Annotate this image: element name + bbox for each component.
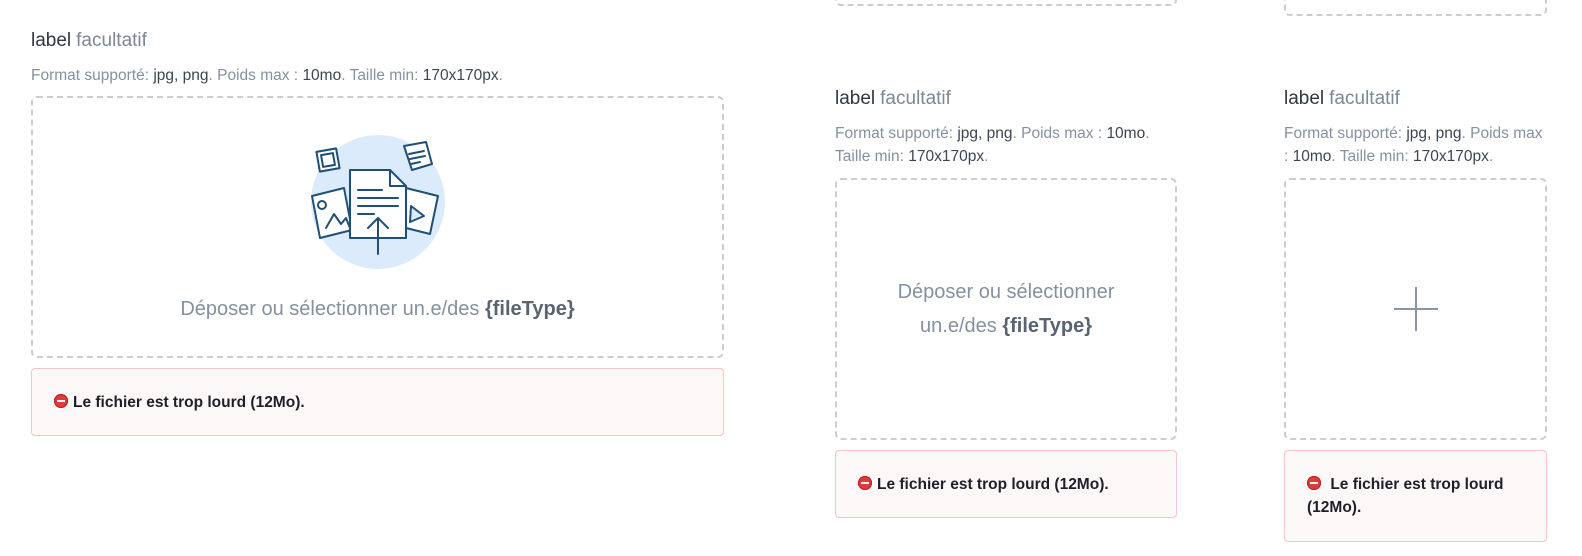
format-label: Format supporté: bbox=[31, 67, 150, 84]
file-upload-field-compact: label facultatif Format supporté: jpg, pn… bbox=[1284, 88, 1547, 542]
format-label: Format supporté: bbox=[1284, 125, 1403, 142]
dropzone-text: Déposer ou sélectionner un.e/des bbox=[180, 298, 480, 320]
error-message: Le fichier est trop lourd (12Mo). bbox=[1284, 450, 1547, 542]
optional-text: facultatif bbox=[76, 30, 147, 51]
label-text: label bbox=[31, 30, 72, 51]
dropzone-above-c[interactable] bbox=[1284, 0, 1547, 16]
no-entry-icon bbox=[54, 394, 68, 408]
field-label: label facultatif bbox=[31, 30, 724, 52]
file-upload-field-large: label facultatif Format supporté: jpg, pn… bbox=[31, 30, 724, 436]
file-dropzone[interactable]: Déposer ou sélectionner un.e/des {fileTy… bbox=[835, 178, 1177, 440]
format-value: jpg, png bbox=[957, 125, 1013, 142]
dropzone-above-b[interactable] bbox=[835, 0, 1177, 6]
file-upload-field-medium: label facultatif Format supporté: jpg, pn… bbox=[835, 88, 1177, 518]
upload-illustration-icon bbox=[310, 135, 445, 269]
size-label: Taille min: bbox=[349, 67, 419, 84]
field-hint: Format supporté: jpg, png. Poids max : 1… bbox=[31, 67, 503, 84]
weight-label: Poids max : bbox=[1021, 125, 1103, 142]
dropzone-file-type: {fileType} bbox=[1002, 315, 1092, 337]
no-entry-icon bbox=[1307, 476, 1321, 490]
error-message: Le fichier est trop lourd (12Mo). bbox=[835, 450, 1177, 518]
size-value: 170x170px bbox=[422, 67, 499, 84]
label-text: label bbox=[835, 88, 876, 109]
weight-value: 10mo bbox=[302, 67, 342, 84]
plus-icon bbox=[1393, 287, 1438, 331]
size-value: 170x170px bbox=[908, 148, 985, 165]
format-value: jpg, png bbox=[153, 67, 209, 84]
no-entry-icon bbox=[858, 476, 872, 490]
label-text: label bbox=[1284, 88, 1325, 109]
size-label: Taille min: bbox=[1339, 148, 1409, 165]
dropzone-instruction: Déposer ou sélectionner un.e/des {fileTy… bbox=[180, 292, 574, 326]
dropzone-file-type: {fileType} bbox=[484, 298, 575, 320]
field-hint: Format supporté: jpg, png. Poids max : 1… bbox=[1284, 125, 1543, 165]
format-value: jpg, png bbox=[1406, 125, 1462, 142]
field-label: label facultatif bbox=[1284, 88, 1547, 110]
field-label: label facultatif bbox=[835, 88, 1177, 110]
error-text: Le fichier est trop lourd (12Mo). bbox=[877, 476, 1109, 493]
field-hint: Format supporté: jpg, png. Poids max : 1… bbox=[835, 125, 1150, 165]
weight-value: 10mo bbox=[1106, 125, 1146, 142]
error-message: Le fichier est trop lourd (12Mo). bbox=[31, 368, 724, 436]
weight-value: 10mo bbox=[1292, 148, 1332, 165]
file-dropzone[interactable]: Déposer ou sélectionner un.e/des {fileTy… bbox=[31, 96, 724, 358]
optional-text: facultatif bbox=[880, 88, 951, 109]
size-label: Taille min: bbox=[835, 148, 904, 165]
error-text: Le fichier est trop lourd (12Mo). bbox=[1307, 476, 1504, 516]
size-value: 170x170px bbox=[1412, 148, 1489, 165]
weight-label: Poids max : bbox=[217, 67, 299, 84]
error-text: Le fichier est trop lourd (12Mo). bbox=[73, 394, 305, 411]
dropzone-instruction: Déposer ou sélectionner un.e/des {fileTy… bbox=[837, 275, 1175, 343]
file-dropzone[interactable] bbox=[1284, 178, 1547, 440]
optional-text: facultatif bbox=[1329, 88, 1400, 109]
format-label: Format supporté: bbox=[835, 125, 954, 142]
